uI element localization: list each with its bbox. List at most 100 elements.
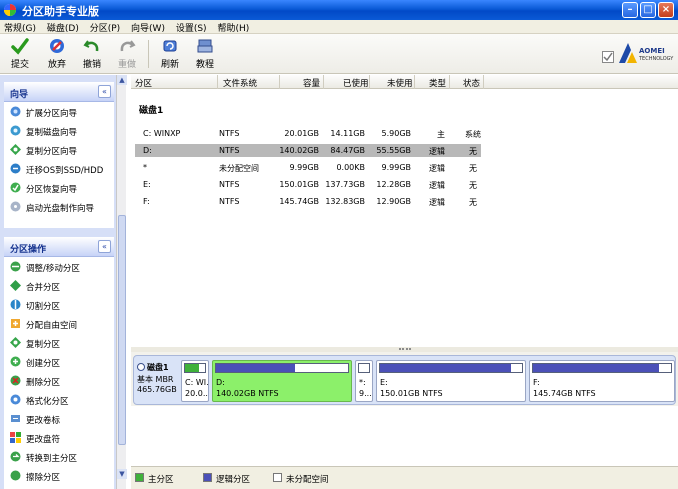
partition-recovery-icon xyxy=(10,182,21,193)
close-button[interactable]: × xyxy=(658,2,674,18)
maximize-button[interactable]: □ xyxy=(640,2,656,18)
redo-button[interactable]: 重做 xyxy=(110,37,144,70)
window-title: 分区助手专业版 xyxy=(22,5,99,18)
wizard-item-bootable-media[interactable]: 启动光盘制作向导 xyxy=(4,197,114,216)
list-header: 分区 文件系统 容量 已使用 未使用 类型 状态 xyxy=(131,75,678,89)
table-row-selected[interactable]: D: NTFS 140.02GB 84.47GB 55.55GB 逻辑 无 xyxy=(135,144,481,157)
wizard-item-label: 扩展分区向导 xyxy=(26,109,78,119)
menu-partition[interactable]: 分区(P) xyxy=(86,20,124,34)
op-item-wipe-partition[interactable]: 擦除分区 xyxy=(4,466,114,485)
partition-ops-group-header[interactable]: 分区操作 « xyxy=(4,237,114,257)
col-partition[interactable]: 分区 xyxy=(135,77,152,89)
scroll-thumb[interactable] xyxy=(118,215,126,445)
cell-partition: * xyxy=(143,163,147,172)
menu-disk[interactable]: 磁盘(D) xyxy=(43,20,83,34)
task-panel-scrollbar[interactable]: ▲ ▼ xyxy=(116,75,127,489)
table-row[interactable]: * 未分配空间 9.99GB 0.00KB 9.99GB 逻辑 无 xyxy=(135,161,481,174)
format-partition-icon xyxy=(10,394,21,405)
op-item-change-drive-letter[interactable]: 更改盘符 xyxy=(4,428,114,447)
op-item-label: 更改卷标 xyxy=(26,416,61,426)
partition-block-c[interactable]: C: WI... 20.0... xyxy=(181,360,209,402)
cell-capacity: 9.99GB xyxy=(289,163,320,172)
menu-help[interactable]: 帮助(H) xyxy=(213,20,253,34)
cell-status: 无 xyxy=(469,198,477,207)
create-partition-icon xyxy=(10,356,21,367)
partition-block-size: 145.74GB NTFS xyxy=(533,389,596,398)
op-item-change-label[interactable]: 更改卷标 xyxy=(4,409,114,428)
scroll-down-arrow-icon[interactable]: ▼ xyxy=(117,469,127,479)
wizard-item-copy-disk[interactable]: 复制磁盘向导 xyxy=(4,121,114,140)
menu-wizard[interactable]: 向导(W) xyxy=(127,20,169,34)
wizard-item-label: 复制分区向导 xyxy=(26,147,78,157)
cell-type: 逻辑 xyxy=(429,198,445,207)
op-item-label: 格式化分区 xyxy=(26,397,69,407)
op-item-resize-move[interactable]: 调整/移动分区 xyxy=(4,257,114,276)
col-used[interactable]: 已使用 xyxy=(343,77,369,89)
partition-block-e[interactable]: E: 150.01GB NTFS xyxy=(376,360,526,402)
toolbar: 提交 放弃 撤销 重做 刷新 教程 AOMEI TECHNOLOGY xyxy=(0,34,678,74)
cell-partition: D: xyxy=(143,146,152,155)
cell-used: 84.47GB xyxy=(330,146,365,155)
usage-bar xyxy=(532,363,672,373)
refresh-button[interactable]: 刷新 xyxy=(153,37,187,70)
aomei-triangle-icon xyxy=(619,43,637,63)
collapse-chevron-icon[interactable]: « xyxy=(98,85,111,98)
op-item-copy-partition[interactable]: 复制分区 xyxy=(4,333,114,352)
disk-info[interactable]: 磁盘1 基本 MBR 465.76GB xyxy=(137,362,181,402)
op-item-delete-partition[interactable]: 删除分区 xyxy=(4,371,114,390)
partition-block-f[interactable]: F: 145.74GB NTFS xyxy=(529,360,675,402)
op-item-format-partition[interactable]: 格式化分区 xyxy=(4,390,114,409)
col-filesystem[interactable]: 文件系统 xyxy=(223,77,257,89)
commit-button[interactable]: 提交 xyxy=(3,37,37,70)
discard-button[interactable]: 放弃 xyxy=(40,37,74,70)
collapse-chevron-icon[interactable]: « xyxy=(98,240,111,253)
usage-bar-fill xyxy=(216,364,296,372)
resize-move-icon xyxy=(10,261,21,272)
cell-filesystem: NTFS xyxy=(219,180,240,189)
partition-ops-group: 分区操作 « 调整/移动分区 合并分区 切割分区 分配自由空间 复制分区 创建分… xyxy=(4,237,114,489)
cell-status: 无 xyxy=(469,147,477,156)
wizard-item-copy-partition[interactable]: 复制分区向导 xyxy=(4,140,114,159)
wizard-group-header[interactable]: 向导 « xyxy=(4,82,114,102)
op-item-split[interactable]: 切割分区 xyxy=(4,295,114,314)
undo-button[interactable]: 撤销 xyxy=(75,37,109,70)
col-unused[interactable]: 未使用 xyxy=(387,77,413,89)
op-item-label: 复制分区 xyxy=(26,340,61,350)
disk-label: 磁盘1 xyxy=(139,106,164,116)
usage-bar-fill xyxy=(380,364,511,372)
options-checkbox-icon xyxy=(602,51,614,63)
split-icon xyxy=(10,299,21,310)
cell-status: 无 xyxy=(469,164,477,173)
menu-general[interactable]: 常规(G) xyxy=(0,20,40,34)
menu-settings[interactable]: 设置(S) xyxy=(172,20,211,34)
disk-map[interactable]: 磁盘1 基本 MBR 465.76GB C: WI... 20.0... D: … xyxy=(133,355,676,405)
brand-name: AOMEI xyxy=(639,47,665,55)
redo-label: 重做 xyxy=(117,60,136,70)
col-status[interactable]: 状态 xyxy=(463,77,480,89)
table-row[interactable]: E: NTFS 150.01GB 137.73GB 12.28GB 逻辑 无 xyxy=(135,178,481,191)
toolbar-separator xyxy=(148,40,149,68)
checkmark-icon xyxy=(11,38,29,55)
wipe-partition-icon xyxy=(10,470,21,481)
partition-ops-group-title: 分区操作 xyxy=(10,245,47,255)
wizard-item-migrate-os[interactable]: 迁移OS到SSD/HDD xyxy=(4,159,114,178)
copy-disk-icon xyxy=(10,125,21,136)
tutorial-button[interactable]: 教程 xyxy=(188,37,222,70)
op-item-allocate-free-space[interactable]: 分配自由空间 xyxy=(4,314,114,333)
table-row[interactable]: C: WINXP NTFS 20.01GB 14.11GB 5.90GB 主 系… xyxy=(135,127,481,140)
table-row[interactable]: F: NTFS 145.74GB 132.83GB 12.90GB 逻辑 无 xyxy=(135,195,481,208)
partition-block-d[interactable]: D: 140.02GB NTFS xyxy=(212,360,352,402)
partition-block-unallocated[interactable]: *: 9... xyxy=(355,360,373,402)
col-capacity[interactable]: 容量 xyxy=(303,77,320,89)
op-item-convert-to-primary[interactable]: 转换到主分区 xyxy=(4,447,114,466)
wizard-item-partition-recovery[interactable]: 分区恢复向导 xyxy=(4,178,114,197)
op-item-create-partition[interactable]: 创建分区 xyxy=(4,352,114,371)
redo-arrow-icon xyxy=(120,40,136,52)
minimize-button[interactable]: – xyxy=(622,2,638,18)
col-type[interactable]: 类型 xyxy=(429,77,446,89)
op-item-merge[interactable]: 合并分区 xyxy=(4,276,114,295)
wizard-item-extend-partition[interactable]: 扩展分区向导 xyxy=(4,102,114,121)
splitter-grip[interactable] xyxy=(399,348,411,350)
merge-icon xyxy=(10,280,21,291)
scroll-up-arrow-icon[interactable]: ▲ xyxy=(117,75,127,85)
